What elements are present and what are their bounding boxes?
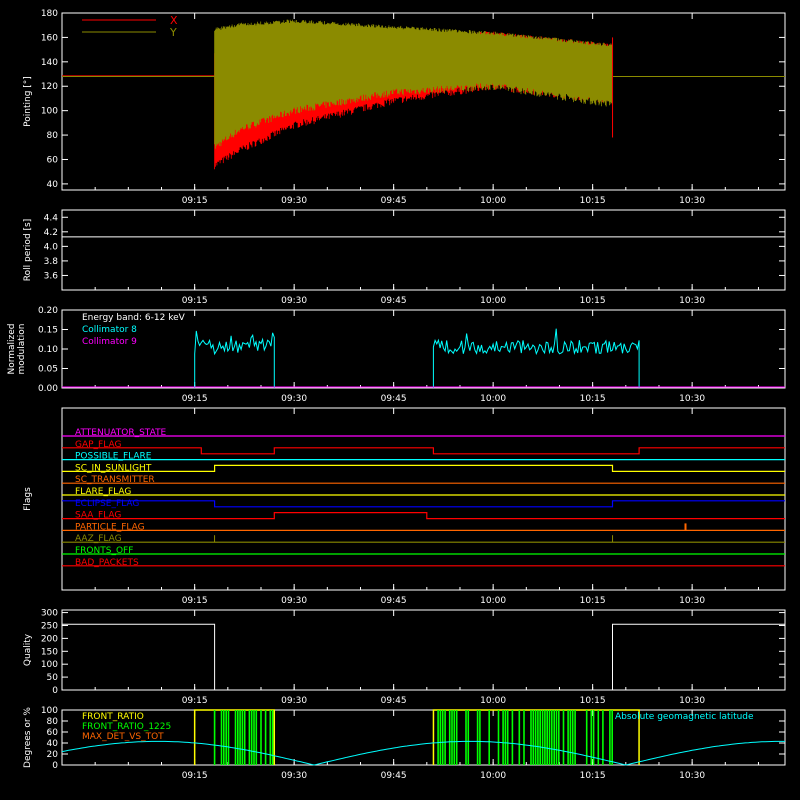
modulation-legend-label: Collimator 8: [82, 325, 137, 335]
roll-ylabel: Roll period [s]: [23, 219, 33, 281]
pointing-xtick-label: 09:30: [281, 196, 307, 206]
modulation-ytick-label: 0.05: [38, 365, 58, 375]
pointing-ytick-label: 140: [41, 58, 58, 68]
quality-ytick-label: 300: [41, 609, 58, 619]
pointing-ytick-label: 60: [47, 155, 59, 165]
quality-ytick-label: 100: [41, 660, 58, 670]
quality-ytick-label: 250: [41, 621, 58, 631]
roll-ytick-label: 4.4: [44, 213, 59, 223]
modulation-xtick-label: 09:30: [281, 394, 307, 404]
roll-xtick-label: 09:15: [182, 296, 208, 306]
pointing-ylabel: Pointing [°]: [23, 76, 33, 127]
modulation-ylabel: Normalized: [7, 323, 17, 374]
modulation-xtick-label: 10:00: [480, 394, 506, 404]
roll-ytick-label: 3.6: [44, 271, 59, 281]
modulation-ytick-label: 0.00: [38, 384, 58, 394]
modulation-xtick-label: 09:15: [182, 394, 208, 404]
flags-ylabel: Flags: [23, 487, 33, 511]
quality-xtick-label: 10:15: [580, 696, 606, 706]
quality-xtick-label: 09:15: [182, 696, 208, 706]
modulation-ylabel: modulation: [17, 324, 27, 375]
roll-ytick-label: 3.8: [44, 257, 59, 267]
quality-xtick-label: 10:30: [679, 696, 705, 706]
quality-ylabel: Quality: [23, 633, 33, 666]
degrees-ytick-label: 0: [52, 761, 58, 771]
degrees-xtick-label: 10:15: [580, 771, 606, 781]
pointing-ytick-label: 160: [41, 33, 58, 43]
quality-ytick-label: 200: [41, 634, 58, 644]
pointing-xtick-label: 10:15: [580, 196, 606, 206]
modulation-legend-label: Collimator 9: [82, 337, 137, 347]
degrees-ytick-label: 20: [47, 750, 59, 760]
degrees-xtick-label: 09:45: [381, 771, 407, 781]
pointing-xtick-label: 09:15: [182, 196, 208, 206]
modulation-ytick-label: 0.15: [38, 326, 58, 336]
modulation-xtick-label: 10:30: [679, 394, 705, 404]
degrees-ytick-label: 60: [47, 728, 59, 738]
roll-xtick-label: 10:30: [679, 296, 705, 306]
pointing-ytick-label: 120: [41, 82, 58, 92]
pointing-legend-label: Y: [169, 26, 177, 39]
flags-xtick-label: 10:15: [580, 596, 606, 606]
degrees-legend-label: FRONT_RATIO: [82, 712, 144, 722]
roll-ytick-label: 4.0: [44, 242, 59, 252]
flags-xtick-label: 09:30: [281, 596, 307, 606]
pointing-xtick-label: 10:30: [679, 196, 705, 206]
modulation-annotation: Energy band: 6-12 keV: [82, 313, 186, 323]
roll-xtick-label: 09:45: [381, 296, 407, 306]
degrees-ylabel: Degrees or %: [23, 707, 33, 768]
quality-ytick-label: 0: [52, 686, 58, 696]
degrees-ytick-label: 100: [41, 706, 58, 716]
roll-xtick-label: 10:15: [580, 296, 606, 306]
pointing-ytick-label: 80: [47, 131, 59, 141]
flags-xtick-label: 09:45: [381, 596, 407, 606]
degrees-legend-label: Absolute geomagnetic latitude: [615, 712, 754, 722]
modulation-xtick-label: 10:15: [580, 394, 606, 404]
roll-ytick-label: 4.2: [44, 228, 58, 238]
degrees-xtick-label: 09:30: [281, 771, 307, 781]
degrees-xtick-label: 10:00: [480, 771, 506, 781]
flags-xtick-label: 10:00: [480, 596, 506, 606]
roll-xtick-label: 10:00: [480, 296, 506, 306]
degrees-xtick-label: 09:15: [182, 771, 208, 781]
pointing-ytick-label: 100: [41, 107, 58, 117]
quality-xtick-label: 09:45: [381, 696, 407, 706]
flags-xtick-label: 09:15: [182, 596, 208, 606]
flags-xtick-label: 10:30: [679, 596, 705, 606]
modulation-ytick-label: 0.10: [38, 345, 58, 355]
pointing-xtick-label: 09:45: [381, 196, 407, 206]
quality-ytick-label: 150: [41, 647, 58, 657]
degrees-xtick-label: 10:30: [679, 771, 705, 781]
degrees-ytick-label: 80: [47, 717, 59, 727]
modulation-xtick-label: 09:45: [381, 394, 407, 404]
quality-xtick-label: 09:30: [281, 696, 307, 706]
quality-ytick-label: 50: [47, 673, 59, 683]
roll-xtick-label: 09:30: [281, 296, 307, 306]
pointing-xtick-label: 10:00: [480, 196, 506, 206]
degrees-legend-label: FRONT_RATIO_1225: [82, 722, 171, 732]
degrees-legend-label: MAX_DET_VS_TOT: [82, 732, 164, 742]
quality-xtick-label: 10:00: [480, 696, 506, 706]
degrees-ytick-label: 40: [47, 739, 59, 749]
pointing-ytick-label: 180: [41, 9, 58, 19]
pointing-ytick-label: 40: [47, 180, 59, 190]
rhessi-quicklook-plot: 09:15 09:30 09:45 10:00 10:15 10:304060801001…: [0, 0, 800, 800]
modulation-ytick-label: 0.20: [38, 306, 58, 316]
